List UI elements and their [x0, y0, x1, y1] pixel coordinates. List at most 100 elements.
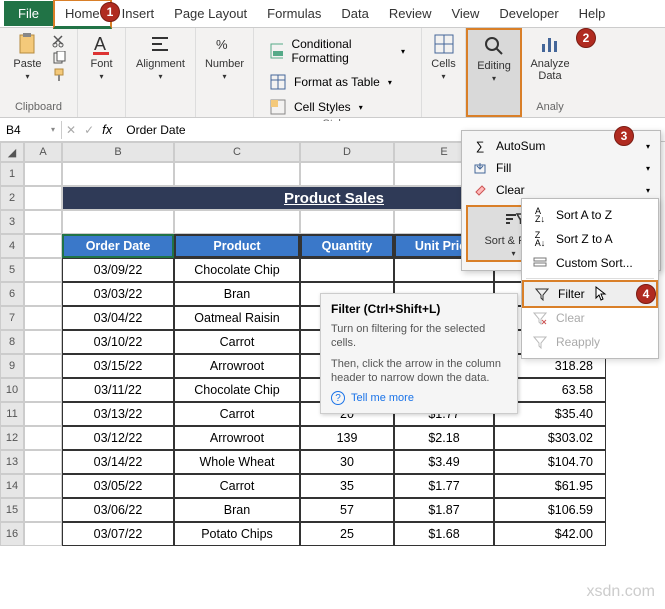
row-5[interactable]: 5	[0, 258, 24, 282]
cell-total[interactable]: $106.59	[494, 498, 606, 522]
sort-atoz[interactable]: AZ↓Sort A to Z	[522, 203, 658, 227]
cell-price[interactable]: $1.77	[394, 474, 494, 498]
cell-styles-button[interactable]: Cell Styles▾	[260, 96, 373, 118]
sort-ztoa[interactable]: ZA↓Sort Z to A	[522, 227, 658, 251]
number-button[interactable]: % Number ▾	[201, 30, 248, 83]
cell-date[interactable]: 03/14/22	[62, 450, 174, 474]
cell-price[interactable]: $2.18	[394, 426, 494, 450]
row-2[interactable]: 2	[0, 186, 24, 210]
cell-qty[interactable]: 139	[300, 426, 394, 450]
cell-product[interactable]: Oatmeal Raisin	[174, 306, 300, 330]
cell-product[interactable]: Potato Chips	[174, 522, 300, 546]
cell-total[interactable]: $104.70	[494, 450, 606, 474]
tab-help[interactable]: Help	[569, 1, 616, 26]
cell-product[interactable]: Carrot	[174, 402, 300, 426]
custom-sort[interactable]: Custom Sort...	[522, 251, 658, 275]
copy-icon[interactable]	[52, 51, 68, 65]
cell-date[interactable]: 03/07/22	[62, 522, 174, 546]
tab-file[interactable]: File	[4, 1, 53, 26]
row-6[interactable]: 6	[0, 282, 24, 306]
row-1[interactable]: 1	[0, 162, 24, 186]
cell-date[interactable]: 03/04/22	[62, 306, 174, 330]
font-button[interactable]: A Font ▾	[86, 30, 118, 83]
badge-2: 2	[576, 28, 596, 48]
row-15[interactable]: 15	[0, 498, 24, 522]
sigma-icon: ∑	[472, 138, 488, 154]
header-quantity[interactable]: Quantity	[300, 234, 394, 258]
cell-product[interactable]: Chocolate Chip	[174, 378, 300, 402]
cell-product[interactable]: Bran	[174, 282, 300, 306]
header-product[interactable]: Product	[174, 234, 300, 258]
row-11[interactable]: 11	[0, 402, 24, 426]
tab-developer[interactable]: Developer	[489, 1, 568, 26]
cell-date[interactable]: 03/03/22	[62, 282, 174, 306]
tab-review[interactable]: Review	[379, 1, 442, 26]
tab-view[interactable]: View	[441, 1, 489, 26]
name-box[interactable]: B4▾	[0, 121, 62, 139]
cell-date[interactable]: 03/09/22	[62, 258, 174, 282]
cell-date[interactable]: 03/10/22	[62, 330, 174, 354]
cell-product[interactable]: Carrot	[174, 330, 300, 354]
cancel-icon[interactable]: ✕	[66, 123, 76, 137]
row-12[interactable]: 12	[0, 426, 24, 450]
paste-button[interactable]: Paste ▾	[9, 30, 45, 83]
row-3[interactable]: 3	[0, 210, 24, 234]
table-row: 14 03/05/22Carrot35$1.77$61.95	[0, 474, 665, 498]
cell-product[interactable]: Arrowroot	[174, 354, 300, 378]
cell-price[interactable]: $1.68	[394, 522, 494, 546]
row-8[interactable]: 8	[0, 330, 24, 354]
tell-me-more-link[interactable]: ?Tell me more	[331, 391, 507, 405]
cell-qty[interactable]: 35	[300, 474, 394, 498]
col-C[interactable]: C	[174, 142, 300, 162]
badge-1: 1	[100, 2, 120, 22]
row-7[interactable]: 7	[0, 306, 24, 330]
row-10[interactable]: 10	[0, 378, 24, 402]
fx-icon[interactable]: fx	[102, 122, 112, 137]
row-14[interactable]: 14	[0, 474, 24, 498]
col-B[interactable]: B	[62, 142, 174, 162]
cell-date[interactable]: 03/13/22	[62, 402, 174, 426]
cell-qty[interactable]: 25	[300, 522, 394, 546]
conditional-formatting-button[interactable]: Conditional Formatting▾	[260, 34, 415, 68]
alignment-button[interactable]: Alignment ▾	[132, 30, 189, 83]
format-as-table-button[interactable]: Format as Table▾	[260, 71, 402, 93]
analyze-data-button[interactable]: Analyze Data	[526, 30, 573, 84]
cell-total[interactable]: $61.95	[494, 474, 606, 498]
tab-formulas[interactable]: Formulas	[257, 1, 331, 26]
cell-qty[interactable]: 30	[300, 450, 394, 474]
cell-total[interactable]: $42.00	[494, 522, 606, 546]
cell-date[interactable]: 03/12/22	[62, 426, 174, 450]
cell-product[interactable]: Carrot	[174, 474, 300, 498]
col-D[interactable]: D	[300, 142, 394, 162]
row-9[interactable]: 9	[0, 354, 24, 378]
cells-button[interactable]: Cells ▾	[427, 30, 459, 83]
cell-price[interactable]: $3.49	[394, 450, 494, 474]
cell-date[interactable]: 03/11/22	[62, 378, 174, 402]
header-orderdate[interactable]: Order Date	[62, 234, 174, 258]
table-row: 12 03/12/22Arrowroot139$2.18$303.02	[0, 426, 665, 450]
cell-total[interactable]: $303.02	[494, 426, 606, 450]
fill-button[interactable]: Fill▾	[462, 157, 660, 179]
cell-product[interactable]: Chocolate Chip	[174, 258, 300, 282]
tab-pagelayout[interactable]: Page Layout	[164, 1, 257, 26]
cell-qty[interactable]	[300, 258, 394, 282]
cell-product[interactable]: Bran	[174, 498, 300, 522]
editing-button[interactable]: Editing ▾	[473, 32, 515, 85]
cell-date[interactable]: 03/06/22	[62, 498, 174, 522]
cell-product[interactable]: Arrowroot	[174, 426, 300, 450]
select-all[interactable]: ◢	[0, 142, 24, 162]
cut-icon[interactable]	[52, 34, 68, 48]
cell-date[interactable]: 03/15/22	[62, 354, 174, 378]
cell-date[interactable]: 03/05/22	[62, 474, 174, 498]
cell-qty[interactable]: 57	[300, 498, 394, 522]
tab-data[interactable]: Data	[331, 1, 378, 26]
enter-icon[interactable]: ✓	[84, 123, 94, 137]
col-A[interactable]: A	[24, 142, 62, 162]
cell-price[interactable]: $1.87	[394, 498, 494, 522]
row-4[interactable]: 4	[0, 234, 24, 258]
formula-input[interactable]	[120, 121, 360, 139]
row-16[interactable]: 16	[0, 522, 24, 546]
cell-product[interactable]: Whole Wheat	[174, 450, 300, 474]
row-13[interactable]: 13	[0, 450, 24, 474]
format-painter-icon[interactable]	[52, 68, 68, 82]
